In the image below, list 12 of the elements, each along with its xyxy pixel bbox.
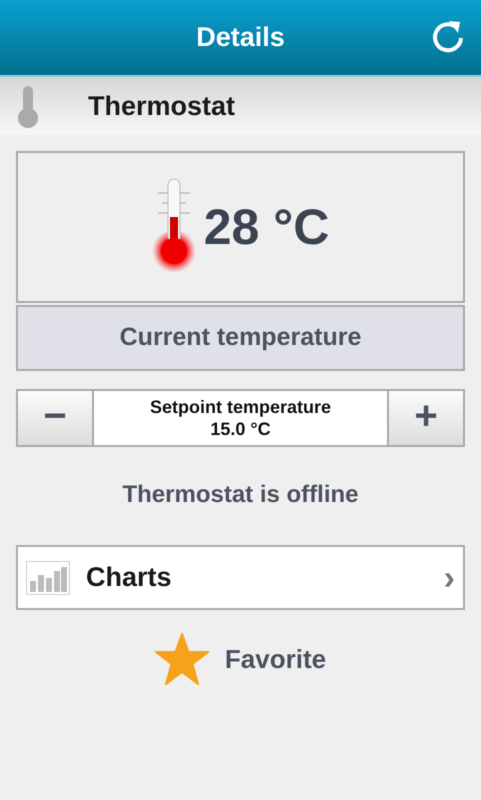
- setpoint-label: Setpoint temperature: [150, 396, 332, 418]
- temperature-value: 28 °C: [204, 198, 330, 256]
- status-text: Thermostat is offline: [122, 481, 359, 508]
- decrease-button[interactable]: −: [18, 391, 94, 445]
- screen-title: Details: [196, 21, 285, 54]
- favorite-button[interactable]: Favorite: [148, 632, 332, 686]
- temperature-label: Current temperature: [120, 322, 362, 354]
- bar-chart-icon: [26, 560, 70, 594]
- device-name: Thermostat: [88, 90, 236, 123]
- charts-button[interactable]: Charts ›: [16, 545, 465, 610]
- setpoint-value: 15.0 °C: [210, 418, 271, 440]
- increase-button[interactable]: +: [387, 391, 463, 445]
